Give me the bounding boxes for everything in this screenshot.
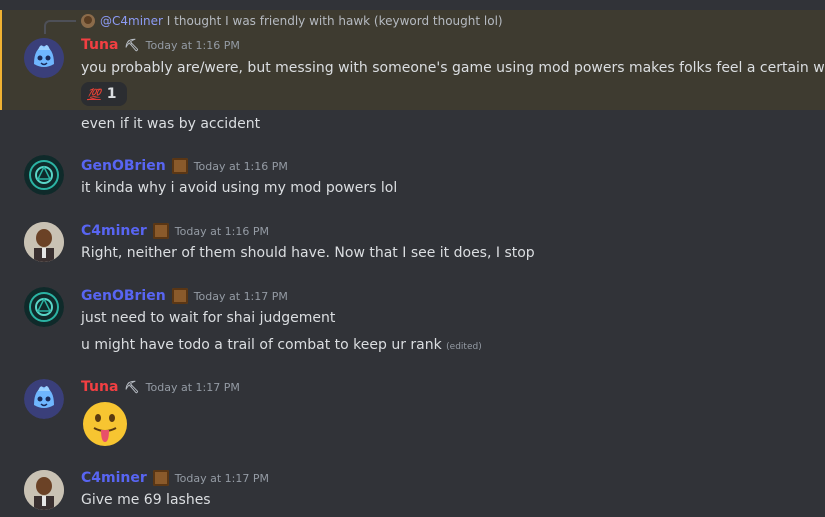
shield-badge-icon <box>152 223 169 239</box>
message-text: it kinda why i avoid using my mod powers… <box>81 180 398 196</box>
message-text: just need to wait for shai judgement <box>81 310 336 326</box>
username-genobrien[interactable]: GenOBrien <box>81 288 166 304</box>
message-text: Give me 69 lashes <box>81 492 211 508</box>
reply-text: I thought I was friendly with hawk (keyw… <box>166 14 503 28</box>
reaction-count: 1 <box>106 86 117 102</box>
portrait-icon <box>24 222 64 262</box>
message-text: you probably are/were, but messing with … <box>81 60 825 76</box>
timestamp: Today at 1:17 PM <box>174 471 269 485</box>
shield-badge-icon <box>171 158 188 174</box>
avatar-c4miner[interactable] <box>24 222 64 262</box>
flame-ghost-icon <box>24 379 64 419</box>
message-text: u might have todo a trail of combat to k… <box>81 337 442 353</box>
shield-badge-icon <box>152 470 169 486</box>
timestamp: Today at 1:17 PM <box>145 381 240 394</box>
username-c4miner[interactable]: C4miner <box>81 223 147 239</box>
message-text: even if it was by accident <box>81 116 261 132</box>
avatar-c4miner[interactable] <box>24 470 64 510</box>
shield-badge-icon <box>171 288 188 304</box>
reply-connector <box>44 20 76 34</box>
username-genobrien[interactable]: GenOBrien <box>81 158 166 174</box>
emblem-icon <box>24 155 64 195</box>
username-c4miner[interactable]: C4miner <box>81 470 147 486</box>
portrait-icon <box>24 470 64 510</box>
edited-label: (edited) <box>446 342 482 352</box>
username-tuna[interactable]: Tuna <box>81 37 118 53</box>
message-text: Right, neither of them should have. Now … <box>81 245 535 261</box>
timestamp: Today at 1:17 PM <box>193 289 288 303</box>
reply-avatar[interactable] <box>81 14 95 28</box>
reply-mention[interactable]: @C4miner <box>100 14 163 28</box>
pickaxe-icon: ⛏ <box>124 38 140 52</box>
tongue-emoji[interactable] <box>81 400 129 448</box>
reaction-100[interactable]: 💯 1 <box>81 82 127 106</box>
pickaxe-icon: ⛏ <box>124 380 140 394</box>
hundred-points-icon: 💯 <box>87 87 101 101</box>
emblem-icon <box>24 287 64 327</box>
reply-reference[interactable]: @C4miner I thought I was friendly with h… <box>100 14 503 28</box>
timestamp: Today at 1:16 PM <box>193 159 288 173</box>
timestamp: Today at 1:16 PM <box>145 39 240 52</box>
username-tuna[interactable]: Tuna <box>81 379 118 395</box>
avatar-tuna[interactable] <box>24 38 64 78</box>
avatar-genobrien[interactable] <box>24 287 64 327</box>
timestamp: Today at 1:16 PM <box>174 224 269 238</box>
tongue-face-icon <box>83 402 127 446</box>
flame-ghost-icon <box>24 38 64 78</box>
avatar-tuna[interactable] <box>24 379 64 419</box>
avatar-genobrien[interactable] <box>24 155 64 195</box>
